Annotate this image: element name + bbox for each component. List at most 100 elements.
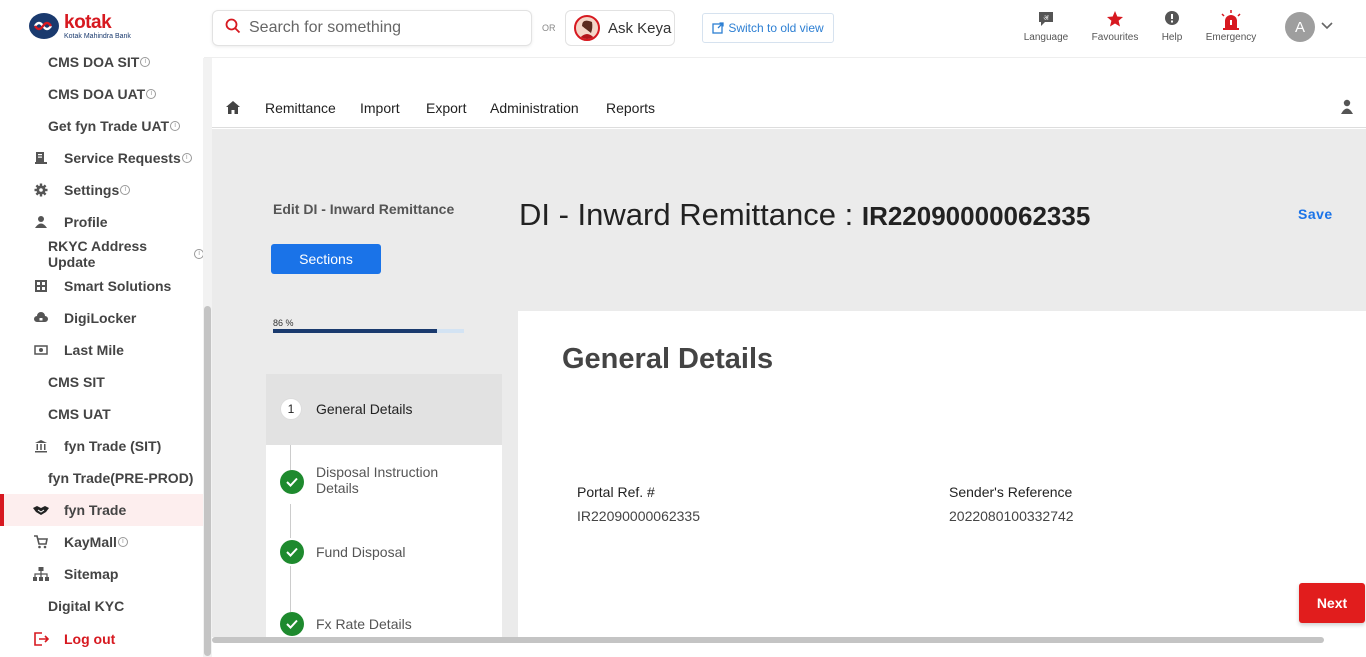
sidebar-item-last-mile[interactable]: Last Mile bbox=[0, 334, 204, 366]
info-icon[interactable]: i bbox=[140, 57, 151, 67]
sidebar-item-smart-solutions[interactable]: Smart Solutions bbox=[0, 270, 204, 302]
info-icon[interactable]: i bbox=[117, 537, 128, 547]
sidebar-item-settings[interactable]: Settings i bbox=[0, 174, 204, 206]
sender-reference-value: 2022080100332742 bbox=[949, 508, 1074, 524]
step-label: Fx Rate Details bbox=[316, 616, 412, 632]
sidebar-item-label: RKYC Address Update bbox=[48, 238, 148, 270]
user-avatar[interactable]: A bbox=[1285, 12, 1315, 42]
chevron-down-icon[interactable] bbox=[1320, 18, 1334, 36]
general-details-panel: General Details Portal Ref. # IR22090000… bbox=[518, 311, 1366, 637]
sidebar-item-label: CMS DOA SIT bbox=[48, 54, 140, 70]
nav-administration[interactable]: Administration bbox=[490, 100, 579, 116]
favourites-label: Favourites bbox=[1091, 32, 1139, 43]
nav-export[interactable]: Export bbox=[426, 100, 466, 116]
smart-solutions-icon bbox=[33, 278, 49, 294]
info-icon[interactable]: i bbox=[181, 153, 192, 163]
search-box[interactable] bbox=[212, 10, 532, 46]
check-icon bbox=[280, 470, 304, 494]
sidebar-item-profile[interactable]: Profile bbox=[0, 206, 204, 238]
service-requests-icon bbox=[33, 150, 49, 166]
sidebar-item-rkyc-address-update[interactable]: RKYC Address Update i bbox=[0, 238, 204, 270]
or-separator: OR bbox=[542, 23, 556, 33]
favourites-button[interactable]: Favourites bbox=[1090, 10, 1140, 43]
nav-remittance[interactable]: Remittance bbox=[265, 100, 336, 116]
sidebar-item-label: Profile bbox=[64, 214, 108, 230]
nav-reports[interactable]: Reports bbox=[606, 100, 655, 116]
cloud-lock-icon bbox=[33, 310, 49, 326]
step-general-details[interactable]: 1 General Details bbox=[266, 374, 502, 445]
sidebar-item-fyn-trade-sit[interactable]: fyn Trade (SIT) bbox=[0, 430, 204, 462]
progress-label: 86 % bbox=[273, 318, 294, 328]
sidebar-item-label: Sitemap bbox=[64, 566, 119, 582]
svg-text:अ: अ bbox=[1043, 14, 1049, 22]
content-area: Edit DI - Inward Remittance Sections 86 … bbox=[212, 129, 1366, 637]
sidebar-item-label: fyn Trade bbox=[64, 502, 127, 518]
horizontal-scrollbar[interactable] bbox=[212, 637, 1324, 643]
language-label: Language bbox=[1023, 32, 1069, 43]
step-connector bbox=[290, 566, 291, 612]
sidebar-item-service-requests[interactable]: Service Requests i bbox=[0, 142, 204, 174]
step-fund-disposal[interactable]: Fund Disposal bbox=[266, 540, 502, 570]
help-icon bbox=[1158, 10, 1186, 28]
brand-subtitle: Kotak Mahindra Bank bbox=[64, 32, 131, 40]
sidebar-item-label: CMS DOA UAT bbox=[48, 86, 146, 102]
sidebar-item-digilocker[interactable]: DigiLocker bbox=[0, 302, 204, 334]
step-fx-rate-details[interactable]: Fx Rate Details bbox=[266, 612, 502, 637]
emergency-button[interactable]: Emergency bbox=[1204, 10, 1258, 43]
page-title-text: DI - Inward Remittance : bbox=[519, 197, 854, 232]
sidebar-item-fyn-trade[interactable]: fyn Trade bbox=[0, 494, 204, 526]
sections-button[interactable]: Sections bbox=[271, 244, 381, 274]
step-label: Disposal Instruction Details bbox=[316, 464, 439, 496]
sidebar-item-fyn-trade-pre-prod[interactable]: fyn Trade(PRE-PROD) bbox=[0, 462, 204, 494]
sidebar-scrollbar-thumb[interactable] bbox=[204, 306, 211, 656]
cash-icon bbox=[33, 342, 49, 358]
sidebar-item-kaymall[interactable]: KayMall i bbox=[0, 526, 204, 558]
info-icon[interactable]: i bbox=[170, 121, 181, 131]
emergency-label: Emergency bbox=[1205, 32, 1257, 43]
sidebar-item-label: Log out bbox=[64, 631, 116, 647]
sidebar-item-digital-kyc[interactable]: Digital KYC bbox=[0, 590, 204, 622]
step-disposal-instruction[interactable]: Disposal Instruction Details bbox=[266, 464, 502, 514]
top-bar: kotak Kotak Mahindra Bank OR Ask Keya Sw… bbox=[0, 0, 1366, 58]
progress-bar-fill bbox=[273, 329, 438, 333]
switch-old-view-button[interactable]: Switch to old view bbox=[702, 13, 834, 43]
user-profile-icon[interactable] bbox=[1340, 99, 1354, 119]
bank-icon bbox=[33, 438, 49, 454]
external-link-icon bbox=[712, 22, 724, 34]
search-input[interactable] bbox=[249, 19, 509, 37]
cart-icon bbox=[33, 534, 49, 550]
person-icon bbox=[33, 214, 49, 230]
kotak-logo[interactable]: kotak Kotak Mahindra Bank bbox=[28, 12, 131, 40]
sender-reference-label: Sender's Reference bbox=[949, 484, 1073, 500]
sidebar-item-sitemap[interactable]: Sitemap bbox=[0, 558, 204, 590]
step-list: 1 General Details Disposal Instruction D… bbox=[266, 374, 502, 637]
save-button[interactable]: Save bbox=[1298, 206, 1333, 222]
sidebar-item-logout[interactable]: Log out bbox=[0, 623, 204, 655]
nav-import[interactable]: Import bbox=[360, 100, 400, 116]
sidebar-item-cms-uat[interactable]: CMS UAT bbox=[0, 398, 204, 430]
help-label: Help bbox=[1161, 32, 1183, 43]
switch-old-view-label: Switch to old view bbox=[728, 21, 824, 35]
portal-ref-label: Portal Ref. # bbox=[577, 484, 655, 500]
sidebar-item-label: fyn Trade(PRE-PROD) bbox=[48, 470, 194, 486]
sidebar: CMS DOA SIT i CMS DOA UAT i Get fyn Trade … bbox=[0, 46, 204, 657]
handshake-icon bbox=[33, 502, 49, 518]
sidebar-item-label: CMS SIT bbox=[48, 374, 105, 390]
home-icon[interactable] bbox=[225, 100, 241, 120]
sidebar-item-label: Get fyn Trade UAT bbox=[48, 118, 170, 134]
sidebar-item-get-fyn-trade-uat[interactable]: Get fyn Trade UAT i bbox=[0, 110, 204, 142]
panel-title: General Details bbox=[562, 343, 774, 375]
sidebar-item-cms-doa-sit[interactable]: CMS DOA SIT i bbox=[0, 46, 204, 78]
next-button[interactable]: Next bbox=[1299, 583, 1365, 623]
check-icon bbox=[280, 612, 304, 636]
step-label: General Details bbox=[316, 401, 413, 417]
sidebar-item-cms-doa-uat[interactable]: CMS DOA UAT i bbox=[0, 78, 204, 110]
info-icon[interactable]: i bbox=[120, 185, 131, 195]
sidebar-item-cms-sit[interactable]: CMS SIT bbox=[0, 366, 204, 398]
language-button[interactable]: अ Language bbox=[1022, 10, 1070, 43]
info-icon[interactable]: i bbox=[146, 89, 157, 99]
help-button[interactable]: Help bbox=[1158, 10, 1186, 43]
ask-keya-button[interactable]: Ask Keya bbox=[565, 10, 675, 46]
sidebar-item-label: Service Requests bbox=[64, 150, 181, 166]
kotak-logo-icon bbox=[28, 12, 60, 40]
